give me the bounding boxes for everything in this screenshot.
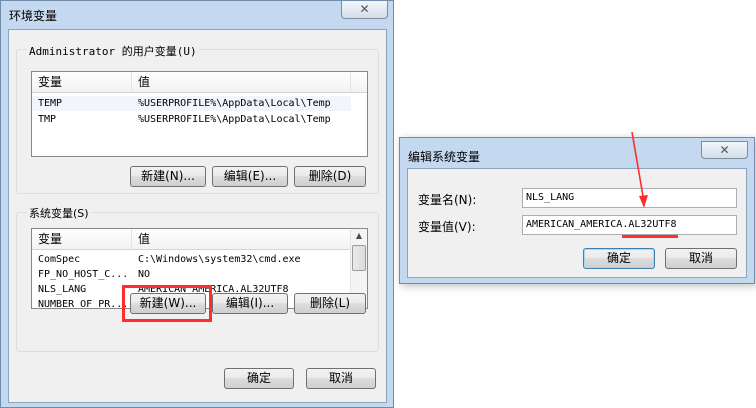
- environment-variables-window: 环境变量 ✕ Administrator 的用户变量(U) 变量 值 TEMP …: [0, 0, 394, 408]
- table-row[interactable]: FP_NO_HOST_C... NO: [32, 267, 351, 282]
- column-header-variable[interactable]: 变量: [32, 229, 132, 249]
- cancel-button[interactable]: 取消: [306, 368, 376, 389]
- variable-value: C:\Windows\system32\cmd.exe: [138, 254, 301, 265]
- close-button[interactable]: ✕: [341, 1, 388, 19]
- variable-value: NO: [138, 269, 151, 280]
- scroll-up-icon[interactable]: ▲: [354, 231, 364, 241]
- highlight-new-button-box: [122, 285, 212, 322]
- user-new-button[interactable]: 新建(N)...: [130, 166, 206, 187]
- column-header-value[interactable]: 值: [132, 72, 351, 92]
- arrow-head-icon: [639, 195, 648, 208]
- scroll-thumb[interactable]: [352, 245, 366, 271]
- arrow-shaft: [631, 131, 645, 203]
- user-variables-group-label: Administrator 的用户变量(U): [27, 43, 199, 59]
- user-delete-button[interactable]: 删除(D): [294, 166, 366, 187]
- table-row[interactable]: TMP %USERPROFILE%\AppData\Local\Temp: [32, 112, 351, 127]
- variable-name-label: 变量名(N):: [418, 193, 477, 207]
- highlight-underline: [622, 235, 678, 238]
- variable-name: NUMBER_OF_PR...: [38, 299, 129, 309]
- table-row[interactable]: TEMP %USERPROFILE%\AppData\Local\Temp: [32, 96, 351, 111]
- variable-name: TEMP: [38, 98, 63, 109]
- variable-name: TMP: [38, 114, 57, 125]
- system-edit-button[interactable]: 编辑(I)...: [212, 293, 288, 314]
- window-client-area: Administrator 的用户变量(U) 变量 值 TEMP %USERPR…: [8, 29, 387, 403]
- close-icon: ✕: [359, 2, 370, 16]
- cancel-button[interactable]: 取消: [665, 248, 737, 269]
- system-variables-group-label: 系统变量(S): [27, 205, 91, 221]
- title-bar[interactable]: 环境变量 ✕: [1, 1, 393, 28]
- close-button[interactable]: ✕: [701, 141, 748, 159]
- list-header: 变量 值: [32, 229, 367, 250]
- user-variables-list[interactable]: 变量 值 TEMP %USERPROFILE%\AppData\Local\Te…: [31, 71, 368, 157]
- table-row[interactable]: ComSpec C:\Windows\system32\cmd.exe: [32, 252, 351, 267]
- variable-value: %USERPROFILE%\AppData\Local\Temp: [138, 98, 331, 109]
- dialog-title: 编辑系统变量: [408, 150, 481, 164]
- ok-button[interactable]: 确定: [224, 368, 294, 389]
- system-delete-button[interactable]: 删除(L): [294, 293, 366, 314]
- annotation-arrow: [631, 131, 648, 208]
- variable-name: ComSpec: [38, 254, 81, 265]
- close-icon: ✕: [719, 143, 730, 157]
- column-header-variable[interactable]: 变量: [32, 72, 132, 92]
- ok-button[interactable]: 确定: [583, 248, 655, 269]
- variable-value: %USERPROFILE%\AppData\Local\Temp: [138, 114, 331, 125]
- column-header-value[interactable]: 值: [132, 229, 351, 249]
- edit-system-variable-dialog: 编辑系统变量 ✕ 变量名(N): NLS_LANG 变量值(V): AMERIC…: [399, 137, 755, 284]
- variable-name: FP_NO_HOST_C...: [38, 269, 129, 280]
- user-edit-button[interactable]: 编辑(E)...: [212, 166, 288, 187]
- list-header: 变量 值: [32, 72, 367, 93]
- window-title: 环境变量: [9, 9, 58, 23]
- variable-value-label: 变量值(V):: [418, 220, 476, 234]
- variable-name: NLS_LANG: [38, 284, 87, 295]
- variable-value-input[interactable]: AMERICAN_AMERICA.AL32UTF8: [522, 215, 737, 235]
- dialog-client-area: 变量名(N): NLS_LANG 变量值(V): AMERICAN_AMERIC…: [407, 168, 747, 278]
